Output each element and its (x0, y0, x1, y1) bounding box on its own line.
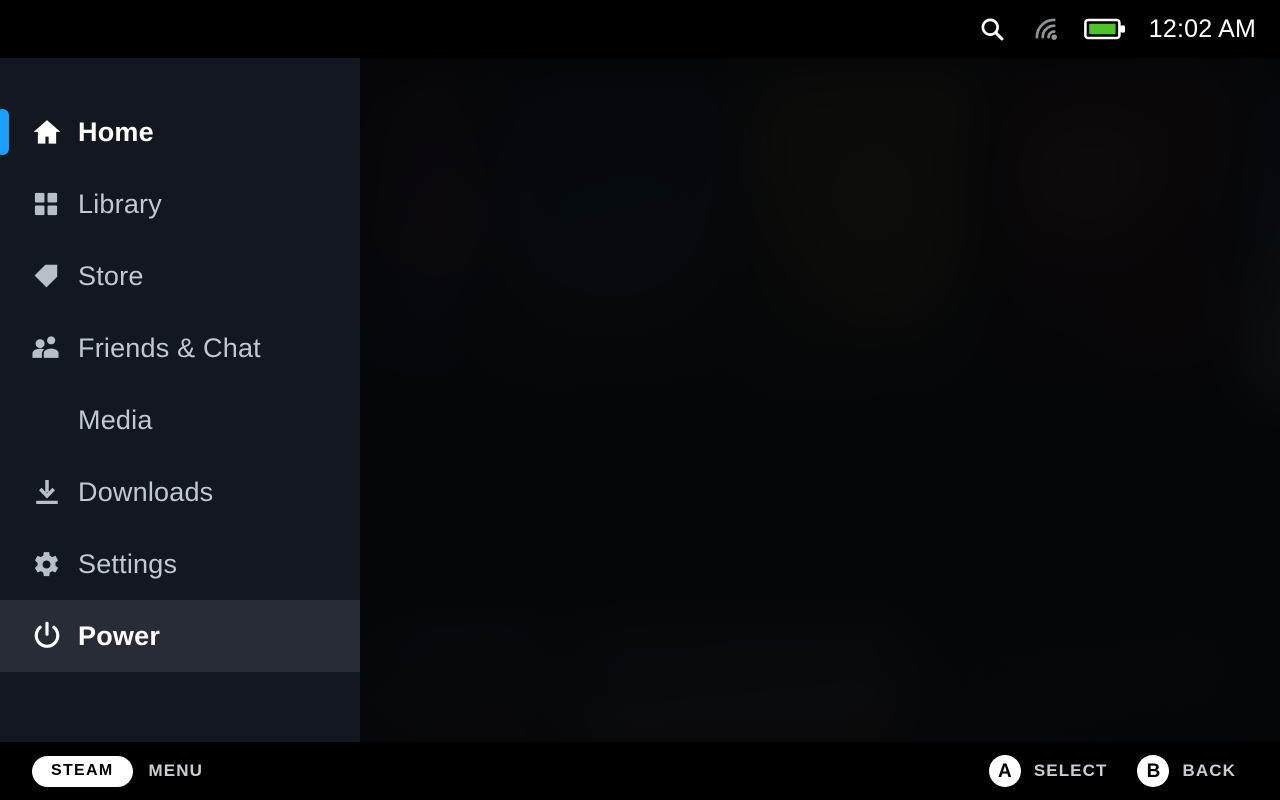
steam-deck-gaming-mode-screen: 12:02 AM Home Library Store Friends & Ch… (0, 0, 1280, 800)
sidebar-item-label: Store (78, 260, 144, 291)
status-bar: 12:02 AM (0, 0, 1280, 58)
download-icon (32, 477, 78, 507)
steam-button-pill[interactable]: STEAM (32, 755, 133, 787)
steam-menu-hint[interactable]: STEAM MENU (0, 755, 203, 787)
sidebar-item-friends-and-chat[interactable]: Friends & Chat (0, 312, 360, 384)
focus-indicator (0, 109, 9, 155)
hint-select-label: SELECT (1033, 761, 1108, 780)
sidebar-item-home[interactable]: Home (0, 96, 360, 168)
sidebar-item-downloads[interactable]: Downloads (0, 456, 360, 528)
sidebar-item-label: Friends & Chat (78, 332, 261, 363)
a-button-glyph: A (988, 755, 1021, 787)
friends-icon (32, 333, 78, 363)
library-icon (32, 190, 78, 218)
wifi-signal-icon[interactable] (1019, 0, 1073, 58)
battery-full-icon[interactable] (1073, 0, 1139, 58)
sidebar-item-label: Settings (78, 548, 178, 579)
hint-select[interactable]: A SELECT (988, 755, 1120, 787)
steam-menu-label: MENU (148, 761, 203, 780)
home-icon (32, 117, 78, 147)
media-icon (32, 405, 78, 435)
sidebar-item-power[interactable]: Power (0, 600, 360, 672)
sidebar-item-label: Downloads (78, 476, 214, 507)
hint-back[interactable]: B BACK (1137, 755, 1248, 787)
sidebar-item-store[interactable]: Store (0, 240, 360, 312)
sidebar-item-settings[interactable]: Settings (0, 528, 360, 600)
hint-back-label: BACK (1182, 761, 1236, 780)
button-hints: A SELECT B BACK (988, 755, 1280, 787)
tag-icon (32, 262, 78, 290)
b-button-glyph: B (1137, 755, 1170, 787)
bottom-button-bar: STEAM MENU A SELECT B BACK (0, 742, 1280, 800)
clock: 12:02 AM (1148, 14, 1256, 43)
gear-icon (32, 550, 78, 579)
sidebar-item-label: Media (78, 404, 153, 435)
sidebar-item-media[interactable]: Media (0, 384, 360, 456)
sidebar-item-library[interactable]: Library (0, 168, 360, 240)
sidebar-item-label: Home (78, 116, 154, 147)
sidebar-item-label: Power (78, 620, 161, 651)
search-icon[interactable] (965, 0, 1019, 58)
sidebar-item-label: Library (78, 188, 162, 219)
power-icon (32, 621, 78, 651)
main-menu-sidebar: Home Library Store Friends & Chat Media … (0, 58, 360, 742)
